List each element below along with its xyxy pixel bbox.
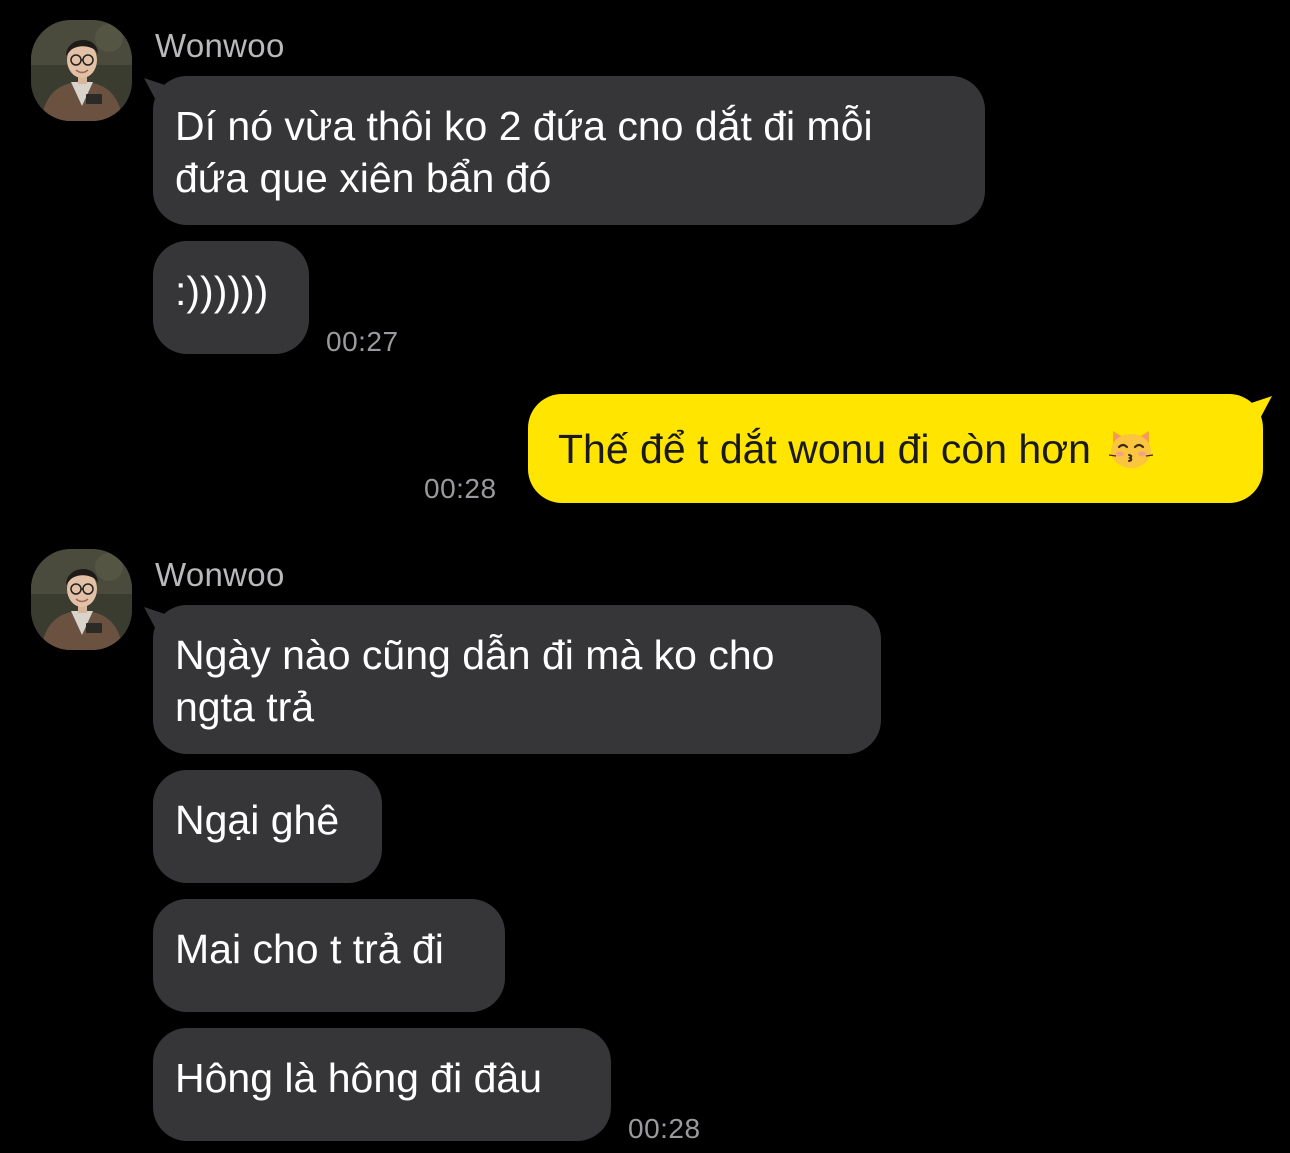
sender-name: Wonwoo xyxy=(155,27,285,64)
sender-name: Wonwoo xyxy=(155,556,285,593)
message-text-line: Hông là hông đi đâu xyxy=(175,1055,543,1101)
message-text-line: đứa que xiên bẩn đó xyxy=(175,155,552,201)
message-text-line: Ngại ghê xyxy=(175,797,340,843)
message-bubble[interactable]: Mai cho t trả đi xyxy=(153,899,505,1012)
message-bubble[interactable]: Ngại ghê xyxy=(153,770,382,883)
my-message-bubble[interactable]: Thế để t dắt wonu đi còn hơn xyxy=(528,394,1263,503)
message-timestamp: 00:28 xyxy=(424,473,497,504)
avatar[interactable] xyxy=(31,20,132,121)
message-text-line: Dí nó vừa thôi ko 2 đứa cno dắt đi mỗi xyxy=(175,103,873,149)
profile-photo-avatar-icon xyxy=(31,20,132,121)
message-text-line: Ngày nào cũng dẫn đi mà ko cho xyxy=(175,632,775,678)
profile-photo-avatar-icon xyxy=(31,549,132,650)
avatar[interactable] xyxy=(31,549,132,650)
message-text-line: :)))))) xyxy=(175,268,269,314)
message-text-line: ngta trả xyxy=(175,684,315,730)
message-timestamp: 00:28 xyxy=(628,1113,701,1144)
chat-screen: Wonwoo Dí nó vừa thôi ko 2 đứa cno dắt đ… xyxy=(0,0,1290,1153)
message-bubble[interactable]: Ngày nào cũng dẫn đi mà ko cho ngta trả xyxy=(153,605,881,754)
message-timestamp: 00:27 xyxy=(326,326,399,357)
kissing-cat-emoji-icon xyxy=(1105,421,1157,473)
message-bubble[interactable]: Dí nó vừa thôi ko 2 đứa cno dắt đi mỗi đ… xyxy=(153,76,985,225)
message-text-line: Mai cho t trả đi xyxy=(175,926,444,972)
message-bubble[interactable]: :)))))) xyxy=(153,241,309,354)
message-bubble[interactable]: Hông là hông đi đâu xyxy=(153,1028,611,1141)
message-text: Thế để t dắt wonu đi còn hơn xyxy=(558,426,1091,472)
